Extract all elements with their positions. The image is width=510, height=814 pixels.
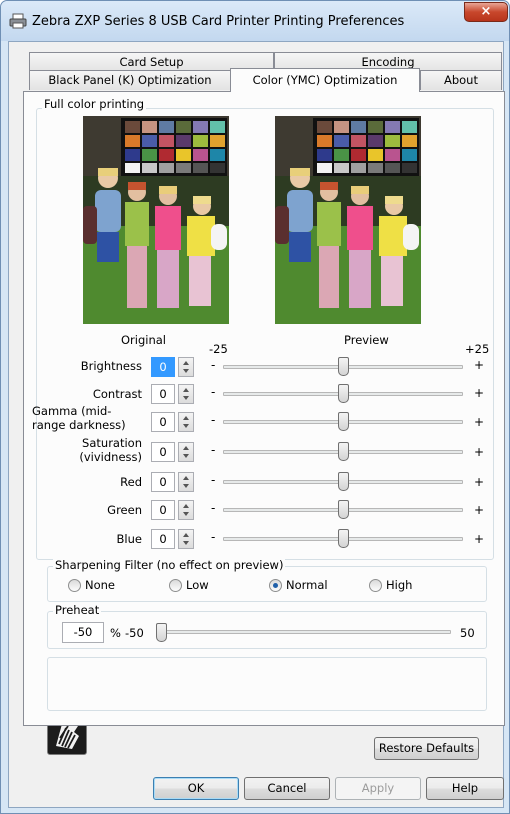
contrast-slider-thumb[interactable] [338,384,349,403]
color-optimization-panel: Full color printing Original Preview -25… [23,91,505,726]
tab-label: Encoding [361,55,415,69]
gamma-minus: - [211,413,216,427]
brightness-input[interactable]: 0 [151,357,175,377]
red-input[interactable]: 0 [151,472,175,492]
saturation-slider-thumb[interactable] [338,442,349,461]
red-label: Red [120,475,142,489]
scale-min-label: -25 [209,342,228,356]
preheat-label: Preheat [53,603,102,617]
preheat-min-label: -50 [125,626,144,640]
blue-input[interactable]: 0 [151,529,175,549]
contrast-label: Contrast [92,387,142,401]
green-input[interactable]: 0 [151,500,175,520]
tab-label: Color (YMC) Optimization [252,73,398,87]
full-color-printing-label: Full color printing [42,97,147,111]
title-bar[interactable]: Zebra ZXP Series 8 USB Card Printer Prin… [1,1,509,41]
sharpening-low-radio[interactable] [169,579,182,592]
ok-button[interactable]: OK [153,777,239,800]
green-spinner[interactable] [178,500,194,520]
contrast-input[interactable]: 0 [151,384,175,404]
tab-black-panel-optimization[interactable]: Black Panel (K) Optimization [29,70,231,90]
green-minus: - [211,501,216,515]
gamma-plus: + [474,415,485,429]
preview-photo [275,116,421,324]
sharpening-none-label: None [85,578,116,592]
brightness-minus: - [211,358,216,372]
empty-group-area [47,657,487,711]
restore-defaults-label: Restore Defaults [378,741,475,755]
apply-label: Apply [361,781,395,795]
sharpening-filter-label: Sharpening Filter (no effect on preview) [53,558,286,572]
preheat-unit: % [110,626,121,640]
brightness-slider-thumb[interactable] [338,357,349,376]
gamma-slider-thumb[interactable] [338,412,349,431]
tab-about[interactable]: About [420,70,502,90]
help-label: Help [451,781,479,795]
contrast-spinner[interactable] [178,384,194,404]
blue-label: Blue [116,532,142,546]
saturation-label: Saturation [82,436,142,450]
tab-label: About [443,73,478,87]
preview-label: Preview [344,333,389,347]
original-label: Original [121,333,167,347]
printing-preferences-window: Zebra ZXP Series 8 USB Card Printer Prin… [0,0,510,814]
window-title: Zebra ZXP Series 8 USB Card Printer Prin… [32,14,405,29]
green-label: Green [107,503,142,517]
green-slider-thumb[interactable] [338,500,349,519]
preheat-input[interactable]: -50 [62,622,104,643]
saturation-minus: - [211,443,216,457]
help-button[interactable]: Help [426,777,504,800]
close-button[interactable]: × [464,2,508,22]
preheat-max-label: 50 [460,626,475,640]
tab-color-ymc-optimization[interactable]: Color (YMC) Optimization [230,68,420,92]
red-slider-thumb[interactable] [338,472,349,491]
cancel-label: Cancel [267,781,307,795]
saturation-input[interactable]: 0 [151,442,175,462]
gamma-label-line2: range darkness) [32,418,126,432]
scale-max-label: +25 [465,342,490,356]
red-minus: - [211,473,216,487]
sharpening-high-radio[interactable] [369,579,382,592]
red-spinner[interactable] [178,472,194,492]
original-photo [83,116,229,324]
sharpening-normal-radio[interactable] [269,579,282,592]
cancel-button[interactable]: Cancel [244,777,330,800]
saturation-label-line2: (vividness) [79,450,142,464]
apply-button[interactable]: Apply [335,777,421,800]
gamma-spinner[interactable] [178,412,194,432]
tab-label: Card Setup [119,55,184,69]
preheat-slider-thumb[interactable] [156,623,167,642]
sharpening-high-label: High [386,578,413,592]
printer-icon [9,13,27,29]
restore-defaults-button[interactable]: Restore Defaults [374,737,479,760]
contrast-plus: + [474,386,485,400]
ok-label: OK [187,781,205,795]
saturation-spinner[interactable] [178,442,194,462]
sharpening-low-label: Low [186,578,209,592]
brightness-plus: + [474,358,485,372]
gamma-label: Gamma (mid- [32,404,112,418]
green-plus: + [474,503,485,517]
blue-spinner[interactable] [178,529,194,549]
saturation-plus: + [474,445,485,459]
blue-slider-thumb[interactable] [338,529,349,548]
contrast-minus: - [211,385,216,399]
gamma-input[interactable]: 0 [151,412,175,432]
brightness-spinner[interactable] [178,357,194,377]
blue-minus: - [211,530,216,544]
tab-label: Black Panel (K) Optimization [48,73,212,87]
red-plus: + [474,475,485,489]
preheat-slider-track[interactable] [161,630,451,634]
sharpening-none-radio[interactable] [68,579,81,592]
brightness-label: Brightness [80,359,142,373]
sharpening-normal-label: Normal [286,578,328,592]
close-icon: × [480,4,492,19]
blue-plus: + [474,532,485,546]
